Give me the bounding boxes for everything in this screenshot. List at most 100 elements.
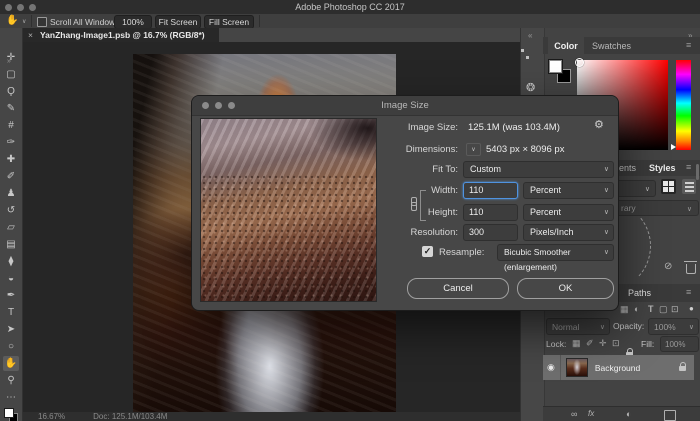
hue-marker[interactable] — [671, 144, 676, 150]
dialog-title: Image Size — [192, 96, 618, 115]
dimensions-value: 5403 px × 8096 px — [486, 144, 564, 155]
marquee-tool[interactable]: ▢ — [3, 67, 19, 82]
brush-tool[interactable]: ✐ — [3, 169, 19, 184]
tab-partial-left[interactable]: ents — [619, 163, 636, 173]
fill-screen-button[interactable]: Fill Screen — [204, 15, 254, 29]
crop-tool[interactable]: # — [3, 118, 19, 133]
chevron-down-icon: ∨ — [645, 185, 650, 193]
opacity-dropdown[interactable]: 100% ∨ — [648, 318, 699, 335]
adjustment-layer-icon[interactable]: ◐ — [626, 409, 631, 419]
eye-off-icon[interactable]: ⊘ — [664, 261, 672, 272]
fit-to-label: Fit To: — [342, 164, 458, 175]
layer-row-background[interactable]: ◉ Background — [543, 355, 694, 380]
tab-paths[interactable]: Paths — [628, 288, 651, 298]
tab-close-icon[interactable]: × — [28, 30, 33, 40]
zoom-tool[interactable]: ⚲ — [3, 373, 19, 388]
layer-style-fx-icon[interactable]: fx — [588, 409, 594, 418]
tab-color[interactable]: Color — [548, 37, 584, 54]
fit-to-dropdown[interactable]: Custom ∨ — [463, 161, 614, 178]
dimensions-unit-chevron[interactable]: ∨ — [466, 143, 481, 156]
path-select-tool[interactable]: ➤ — [3, 322, 19, 337]
clone-stamp-tool[interactable]: ♟ — [3, 186, 19, 201]
cancel-button[interactable]: Cancel — [407, 278, 509, 299]
styles-panel-menu-icon[interactable]: ≡ — [686, 162, 691, 172]
blend-mode-dropdown[interactable]: Normal ∨ — [546, 318, 610, 335]
adjustments-panel-icon[interactable]: ❂ — [526, 81, 535, 94]
lasso-tool[interactable]: Ϙ — [3, 84, 19, 99]
resolution-unit-dropdown[interactable]: Pixels/Inch ∨ — [523, 224, 614, 241]
ok-button[interactable]: OK — [517, 278, 614, 299]
dodge-tool[interactable]: ◒ — [3, 271, 19, 286]
height-unit-value: Percent — [530, 207, 561, 217]
lock-position-icon[interactable]: ✛ — [599, 338, 607, 349]
fill-dropdown[interactable]: 100% — [660, 336, 699, 352]
layer-lock-icon — [679, 366, 686, 371]
blur-tool[interactable]: ⧫ — [3, 254, 19, 269]
document-tab[interactable]: × YanZhang-Image1.psb @ 16.7% (RGB/8*) — [22, 28, 219, 42]
scroll-all-windows-checkbox[interactable] — [37, 17, 47, 27]
app-title: Adobe Photoshop CC 2017 — [0, 0, 700, 14]
filter-adjustment-layers-icon[interactable]: ◐ — [634, 304, 639, 314]
move-tool[interactable]: ✛ — [3, 50, 19, 65]
fit-screen-button[interactable]: Fit Screen — [155, 15, 201, 29]
status-doc-size[interactable]: Doc: 125.1M/103.4M — [93, 412, 167, 421]
trash-icon[interactable] — [686, 264, 696, 274]
resolution-input[interactable]: 300 — [463, 224, 518, 241]
quick-select-tool[interactable]: ✎ — [3, 101, 19, 116]
layer-visibility-eye-icon[interactable]: ◉ — [547, 362, 555, 373]
pen-tool[interactable]: ✒ — [3, 288, 19, 303]
list-view-button[interactable] — [682, 179, 696, 194]
color-picker-ring[interactable] — [575, 58, 584, 67]
opacity-label: Opacity: — [613, 321, 644, 331]
filter-toggle-icon[interactable]: ● — [689, 304, 694, 313]
tab-swatches[interactable]: Swatches — [592, 41, 631, 51]
eraser-tool[interactable]: ▱ — [3, 220, 19, 235]
opacity-value: 100% — [654, 322, 676, 332]
hue-strip[interactable] — [676, 60, 691, 150]
filter-type-layers-icon[interactable]: T — [648, 304, 654, 314]
new-layer-icon[interactable] — [664, 410, 676, 421]
layer-thumbnail[interactable] — [566, 358, 588, 377]
filter-smart-object-icon[interactable]: ⊡ — [671, 304, 679, 315]
layer-name: Background — [595, 363, 640, 373]
shape-tool[interactable]: ○ — [3, 339, 19, 354]
fill-label: Fill: — [641, 339, 654, 349]
history-brush-tool[interactable]: ↺ — [3, 203, 19, 218]
dock-collapse-icon[interactable]: « — [528, 31, 532, 40]
paths-panel-menu-icon[interactable]: ≡ — [686, 287, 691, 297]
eyedropper-tool[interactable]: ✑ — [3, 135, 19, 150]
grid-view-button[interactable] — [661, 179, 676, 194]
width-unit-dropdown[interactable]: Percent ∨ — [523, 182, 614, 199]
link-layers-icon[interactable]: ∞ — [571, 409, 577, 419]
filter-shape-layers-icon[interactable]: ▢ — [659, 304, 668, 315]
width-input[interactable]: 110 — [463, 182, 518, 199]
resample-checkbox[interactable]: ✓ — [422, 246, 433, 257]
gear-icon[interactable]: ⚙ — [594, 118, 604, 131]
edit-toolbar-button[interactable]: ⋯ — [3, 390, 19, 405]
height-input[interactable]: 110 — [463, 204, 518, 221]
dialog-title-bar[interactable]: Image Size — [192, 96, 618, 116]
height-unit-dropdown[interactable]: Percent ∨ — [523, 204, 614, 221]
lock-paint-icon[interactable]: ✐ — [586, 338, 594, 349]
panel-scrollbar[interactable] — [696, 164, 699, 180]
tab-title: YanZhang-Image1.psb @ 16.7% (RGB/8*) — [40, 30, 205, 40]
color-panel-menu-icon[interactable]: ≡ — [686, 40, 691, 50]
resample-dropdown[interactable]: Bicubic Smoother (enlargement) ∨ — [497, 244, 614, 261]
status-zoom-level[interactable]: 16.67% — [38, 412, 65, 421]
gradient-tool[interactable]: ▤ — [3, 237, 19, 252]
hand-tool[interactable]: ✋ — [3, 356, 19, 371]
tab-styles[interactable]: Styles — [649, 163, 676, 173]
resolution-label: Resolution: — [342, 227, 458, 238]
zoom-100-button[interactable]: 100% — [114, 15, 152, 29]
type-tool[interactable]: T — [3, 305, 19, 320]
foreground-color-swatch-panel[interactable] — [548, 59, 563, 74]
library-label-partial: rary — [621, 203, 636, 213]
tool-preset-chevron-icon[interactable]: ∨ — [22, 18, 26, 25]
filter-pixel-layers-icon[interactable]: ▦ — [620, 304, 629, 315]
width-unit-value: Percent — [530, 185, 561, 195]
chevron-down-icon: ∨ — [604, 225, 609, 240]
lock-artboard-icon[interactable]: ⊡ — [612, 338, 620, 349]
foreground-color-swatch[interactable] — [4, 408, 14, 418]
lock-transparent-icon[interactable]: ▦ — [572, 338, 581, 349]
healing-brush-tool[interactable]: ✚ — [3, 152, 19, 167]
